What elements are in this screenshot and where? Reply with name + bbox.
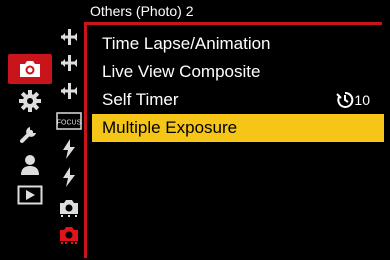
subtab-flash-2[interactable] — [54, 164, 84, 190]
menu-item-label: Self Timer — [102, 90, 179, 109]
subtab-2[interactable] — [54, 50, 84, 76]
focus-icon: FOCUS — [56, 112, 82, 130]
af-area-icon — [61, 29, 77, 45]
menu-screen: Others (Photo) 2 FOCUS Time Lapse/Animat… — [0, 0, 390, 260]
self-timer-value: 10 — [336, 86, 370, 114]
af-area-icon — [61, 83, 77, 99]
self-timer-icon — [336, 91, 354, 108]
camera-icon — [20, 61, 40, 77]
sub-tab-column: FOCUS — [54, 22, 84, 256]
menu-item-time-lapse[interactable]: Time Lapse/Animation — [92, 30, 384, 58]
gear-icon — [19, 90, 41, 112]
subtab-others-1[interactable] — [54, 194, 84, 220]
tab-playback[interactable] — [8, 180, 52, 210]
menu-item-label: Time Lapse/Animation — [102, 34, 271, 53]
person-icon — [21, 155, 39, 175]
menu-item-live-view-composite[interactable]: Live View Composite — [92, 58, 384, 86]
subtab-others-2[interactable] — [54, 222, 84, 248]
subtab-focus[interactable]: FOCUS — [54, 108, 84, 134]
playback-icon — [17, 185, 43, 205]
camera-other-icon — [60, 227, 78, 244]
svg-text:FOCUS: FOCUS — [57, 120, 82, 127]
menu-list: Time Lapse/Animation Live View Composite… — [92, 30, 384, 142]
af-area-icon — [61, 55, 77, 71]
menu-item-label: Live View Composite — [102, 62, 261, 81]
subtab-3[interactable] — [54, 78, 84, 104]
main-tab-column — [8, 30, 52, 256]
tab-custom[interactable] — [8, 86, 52, 116]
menu-item-multiple-exposure[interactable]: Multiple Exposure — [92, 114, 384, 142]
header-divider — [84, 22, 382, 25]
vertical-divider — [84, 22, 87, 258]
tab-setup[interactable] — [8, 118, 52, 148]
wrench-icon — [20, 127, 36, 143]
tab-my-menu[interactable] — [8, 150, 52, 180]
flash-icon — [63, 139, 75, 159]
subtab-1[interactable] — [54, 24, 84, 50]
tab-photo[interactable] — [8, 54, 52, 84]
self-timer-seconds: 10 — [354, 92, 370, 108]
camera-other-icon — [60, 200, 78, 217]
menu-title: Others (Photo) 2 — [90, 3, 194, 19]
flash-icon — [63, 167, 75, 187]
subtab-flash-1[interactable] — [54, 136, 84, 162]
menu-item-self-timer[interactable]: Self Timer 10 — [92, 86, 384, 114]
menu-item-label: Multiple Exposure — [102, 118, 238, 137]
